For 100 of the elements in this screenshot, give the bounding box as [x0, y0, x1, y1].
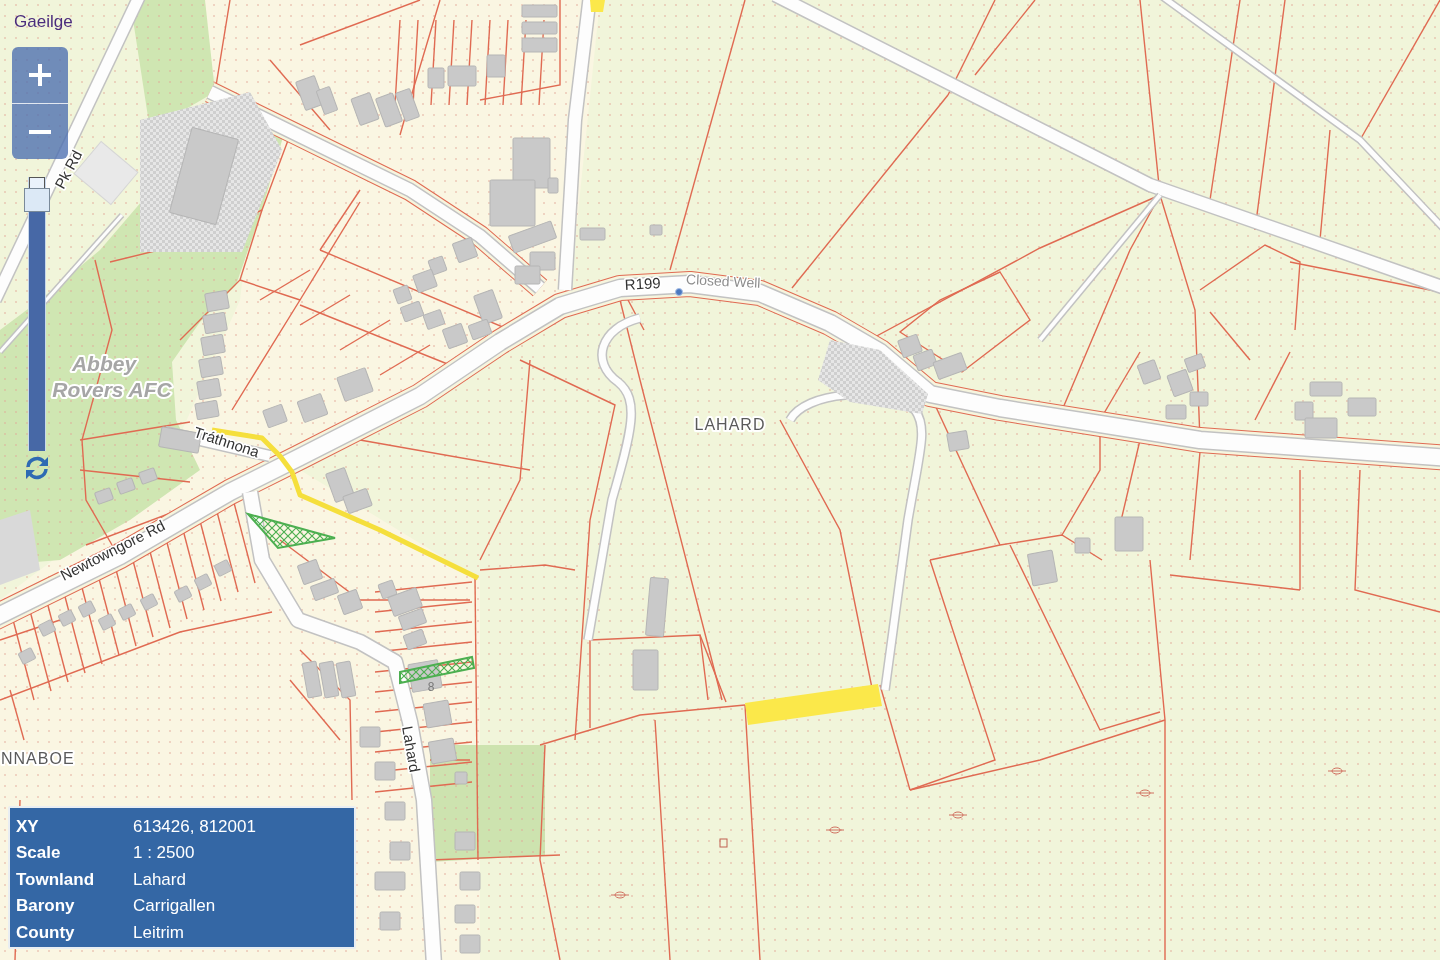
road-label: Pk Rd: [51, 147, 86, 192]
building: [486, 54, 506, 78]
building: [139, 593, 159, 611]
minus-icon: [29, 129, 51, 134]
building: [427, 67, 445, 89]
building: [514, 265, 541, 285]
building: [137, 467, 159, 485]
building: [454, 771, 468, 785]
map-symbol-icon: [948, 811, 968, 819]
building: [459, 871, 481, 891]
building: [198, 355, 224, 379]
building: [912, 348, 938, 372]
building: [1026, 549, 1059, 587]
info-value: 613426, 812001: [133, 815, 257, 838]
building: [441, 322, 469, 350]
building: [447, 65, 477, 87]
map-symbol-icon: [1135, 789, 1155, 797]
info-label: Scale: [16, 842, 62, 864]
info-value: Carrigallen: [133, 895, 217, 917]
info-label: Barony: [16, 895, 76, 917]
building: [196, 377, 222, 401]
building: [427, 255, 448, 276]
building: [521, 37, 558, 53]
building: [412, 268, 438, 294]
info-value: Leitrim: [133, 921, 185, 944]
building: [309, 577, 340, 602]
parcel-boundary: [1254, 351, 1291, 421]
townland-label: NNABOE: [1, 750, 75, 767]
building: [296, 558, 324, 586]
building: [422, 308, 446, 331]
building: [394, 87, 421, 123]
building: [422, 699, 453, 729]
building: [427, 737, 458, 765]
info-label: County: [16, 921, 76, 944]
language-link[interactable]: Gaeilge: [14, 11, 73, 33]
building: [459, 934, 481, 954]
map-symbol-icon: [1327, 767, 1347, 775]
building: [946, 429, 970, 453]
building: [202, 311, 228, 335]
building: [93, 487, 115, 505]
building: [402, 628, 428, 651]
building: [645, 576, 669, 638]
building: [897, 333, 923, 359]
info-label: Townland: [16, 868, 96, 891]
building: [454, 904, 476, 924]
building: [301, 660, 323, 699]
zoom-slider-thumb[interactable]: [24, 177, 50, 212]
building: [454, 831, 476, 851]
building: [579, 227, 606, 241]
building: [117, 603, 137, 621]
building: [77, 600, 97, 618]
building: [649, 224, 663, 236]
building: [632, 649, 659, 691]
building: [399, 300, 425, 323]
building: [335, 660, 357, 699]
map-symbol-icon: [825, 826, 845, 834]
building: [1074, 537, 1091, 554]
building: [213, 559, 233, 577]
building: [200, 333, 226, 357]
info-value: 1 : 2500: [133, 842, 196, 864]
info-value: Lahard: [133, 868, 187, 891]
building: [262, 403, 288, 429]
building: [1114, 516, 1144, 552]
building: [37, 619, 57, 637]
plus-icon: [29, 64, 51, 86]
building: [336, 588, 364, 616]
building: [17, 647, 37, 665]
refresh-icon[interactable]: [24, 455, 50, 481]
building: [1309, 381, 1343, 397]
building: [1136, 359, 1162, 385]
building: [173, 585, 193, 603]
building: [374, 92, 404, 128]
building: [389, 841, 411, 861]
info-label: XY: [16, 815, 40, 838]
zoom-in-button[interactable]: [12, 47, 68, 103]
building: [521, 21, 558, 35]
building: [489, 179, 536, 227]
building: [318, 660, 340, 699]
road-label: Lahard: [399, 724, 424, 774]
building: [193, 573, 213, 591]
building: [379, 911, 401, 931]
building: [1347, 397, 1377, 417]
map-symbol-icon: [610, 891, 630, 899]
building: [521, 4, 558, 18]
map-symbol-icon: [719, 838, 728, 848]
building: [384, 801, 406, 821]
building: [374, 761, 396, 781]
well-marker-icon: [675, 288, 683, 296]
feature-label: Closed Well: [685, 271, 761, 291]
building: [204, 289, 230, 313]
building: [1165, 404, 1187, 420]
building: [397, 607, 428, 632]
road-label: R199: [624, 274, 662, 293]
building: [1183, 352, 1207, 374]
building: [374, 871, 406, 891]
building: [57, 609, 77, 627]
building: [115, 477, 137, 495]
building: [194, 399, 220, 421]
townland-label: LAHARD: [694, 416, 766, 433]
building: [342, 487, 373, 515]
